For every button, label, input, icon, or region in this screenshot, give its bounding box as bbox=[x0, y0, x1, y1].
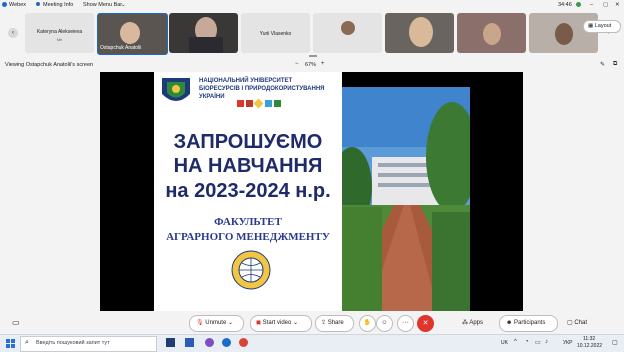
chevron-down-icon: ⌄ bbox=[293, 320, 299, 326]
annotate-icon[interactable]: ✎ bbox=[600, 61, 605, 68]
participant-tile[interactable] bbox=[457, 13, 526, 53]
share-button[interactable]: ⇪ Share bbox=[315, 315, 354, 332]
campus-photo bbox=[342, 87, 470, 311]
zoom-in-button[interactable]: + bbox=[321, 61, 325, 67]
viewing-bar: Viewing Ostapchuk Anatolii's screen − 67… bbox=[0, 60, 624, 70]
share-icon: ⇪ bbox=[321, 320, 327, 326]
faculty-emblem bbox=[231, 250, 271, 290]
info-icon bbox=[36, 2, 40, 6]
reactions-button[interactable]: ☺ bbox=[376, 315, 393, 332]
close-window-icon[interactable]: ✕ bbox=[615, 2, 620, 8]
tray-chevron-icon[interactable]: ^ bbox=[514, 339, 517, 345]
tray-date[interactable]: 10.12.2022 bbox=[577, 343, 602, 349]
chat-label: Chat bbox=[574, 320, 588, 326]
participant-tile[interactable] bbox=[313, 13, 382, 53]
faculty-line2: АГРАРНОГО МЕНЕДЖМЕНТУ bbox=[166, 231, 330, 243]
video-feed bbox=[189, 37, 223, 53]
strip-resize-handle[interactable] bbox=[309, 55, 317, 57]
participant-tile[interactable]: Kateryna Alekseieva Me bbox=[25, 13, 94, 53]
participant-tile[interactable]: Yurii Vlasenko bbox=[241, 13, 310, 53]
apps-label: Apps bbox=[469, 320, 484, 326]
webex-icon bbox=[2, 2, 7, 7]
meeting-info-button[interactable]: Meeting Info bbox=[43, 2, 73, 8]
popout-icon[interactable]: ⧉ bbox=[613, 61, 617, 68]
headline-line3: на 2023-2024 н.р. bbox=[165, 180, 331, 202]
windows-taskbar: ⌕ Введіть пошуковий запит тут UK ^ ◔ ▭ ♪… bbox=[0, 334, 624, 352]
participant-tile[interactable]: Ostapchuk Anatolii bbox=[97, 13, 168, 55]
tray-input-language[interactable]: УКР bbox=[563, 340, 572, 346]
title-bar: Webex Meeting Info Show Menu Bar ⌄ 34:46… bbox=[0, 0, 624, 11]
apps-button[interactable]: ⁂ Apps bbox=[462, 319, 483, 326]
start-video-label: Start video bbox=[262, 320, 292, 326]
participant-tile[interactable] bbox=[385, 13, 454, 53]
tray-volume-icon: ♪ bbox=[545, 339, 548, 345]
university-logo bbox=[159, 76, 193, 108]
search-icon: ⌕ bbox=[25, 339, 29, 346]
notification-icon[interactable]: ▢ bbox=[612, 339, 618, 346]
tray-battery-icon: ▭ bbox=[535, 340, 541, 346]
participant-name: Yurii Vlasenko bbox=[259, 31, 292, 37]
tray-language[interactable]: UK bbox=[501, 340, 508, 346]
raise-hand-button[interactable]: ✋ bbox=[359, 315, 376, 332]
app-name: Webex bbox=[9, 2, 27, 8]
zoom-out-button[interactable]: − bbox=[295, 61, 299, 67]
layout-button[interactable]: ▦ Layout bbox=[583, 20, 621, 33]
start-icon[interactable] bbox=[6, 339, 15, 348]
university-name-line3: УКРАЇНИ bbox=[199, 94, 225, 100]
layout-label: Layout bbox=[594, 23, 612, 29]
participants-icon: ☻ bbox=[506, 320, 513, 326]
taskbar-search[interactable]: ⌕ Введіть пошуковий запит тут bbox=[20, 336, 157, 352]
chrome-icon[interactable] bbox=[239, 338, 248, 347]
webex-taskbar-icon[interactable] bbox=[222, 338, 231, 347]
tray-network-icon: ◔ bbox=[525, 339, 529, 345]
viber-icon[interactable] bbox=[205, 338, 214, 347]
zoom-level: 67% bbox=[305, 62, 317, 68]
layout-icon: ▦ bbox=[588, 23, 594, 29]
unmute-label: Unmute bbox=[205, 320, 227, 326]
unmute-button[interactable]: 🎙 Unmute ⌄ bbox=[189, 315, 244, 332]
social-icons bbox=[237, 98, 281, 109]
video-feed bbox=[409, 17, 433, 47]
chat-panel-icon[interactable]: ▭ bbox=[12, 318, 20, 327]
viewing-label: Viewing Ostapchuk Anatolii's screen bbox=[5, 62, 94, 68]
university-name-line2: БІОРЕСУРСІВ І ПРИРОДОКОРИСТУВАННЯ bbox=[199, 86, 325, 92]
microphone-muted-icon: 🎙 bbox=[196, 320, 204, 326]
participant-name: Kateryna Alekseieva bbox=[36, 29, 83, 35]
task-view-icon[interactable] bbox=[166, 338, 175, 347]
faculty-line1: ФАКУЛЬТЕТ bbox=[214, 216, 282, 228]
meeting-timer: 34:46 bbox=[558, 2, 572, 8]
headline-line2: НА НАВЧАННЯ bbox=[173, 155, 323, 177]
minimize-icon[interactable]: – bbox=[590, 2, 593, 8]
start-video-button[interactable]: ◼ Start video ⌄ bbox=[250, 315, 312, 332]
participant-tile[interactable] bbox=[169, 13, 238, 53]
participants-label: Participants bbox=[514, 320, 546, 326]
participant-sub: Me bbox=[56, 37, 63, 42]
chevron-down-icon: ⌄ bbox=[227, 320, 234, 326]
video-feed bbox=[555, 23, 573, 45]
restore-icon[interactable]: ▢ bbox=[603, 2, 608, 8]
avatar bbox=[341, 21, 355, 35]
strip-prev-icon[interactable]: ‹ bbox=[8, 28, 18, 38]
apps-icon: ⁂ bbox=[462, 320, 468, 326]
taskbar-search-placeholder: Введіть пошуковий запит тут bbox=[36, 340, 110, 346]
leave-meeting-button[interactable]: ✕ bbox=[417, 315, 434, 332]
word-icon[interactable] bbox=[185, 338, 194, 347]
university-name-line1: НАЦІОНАЛЬНИЙ УНІВЕРСИТЕТ bbox=[199, 78, 293, 84]
tray-time[interactable]: 11:32 bbox=[583, 336, 595, 342]
chevron-down-icon: ⌄ bbox=[121, 2, 126, 8]
share-label: Share bbox=[327, 320, 344, 326]
participant-tile[interactable] bbox=[529, 13, 598, 53]
video-feed bbox=[483, 23, 501, 45]
video-feed bbox=[120, 22, 140, 44]
status-icon bbox=[576, 2, 581, 7]
chat-button[interactable]: ▢ Chat bbox=[567, 319, 587, 326]
headline-line1: ЗАПРОШУЄМО bbox=[173, 131, 323, 153]
chat-icon: ▢ bbox=[567, 320, 573, 326]
participants-button[interactable]: ☻ Participants bbox=[499, 315, 558, 332]
participant-name: Ostapchuk Anatolii bbox=[100, 45, 142, 51]
more-options-button[interactable]: ··· bbox=[397, 315, 414, 332]
camera-off-icon: ◼ bbox=[256, 320, 261, 326]
show-menu-bar-button[interactable]: Show Menu Bar bbox=[83, 2, 122, 8]
